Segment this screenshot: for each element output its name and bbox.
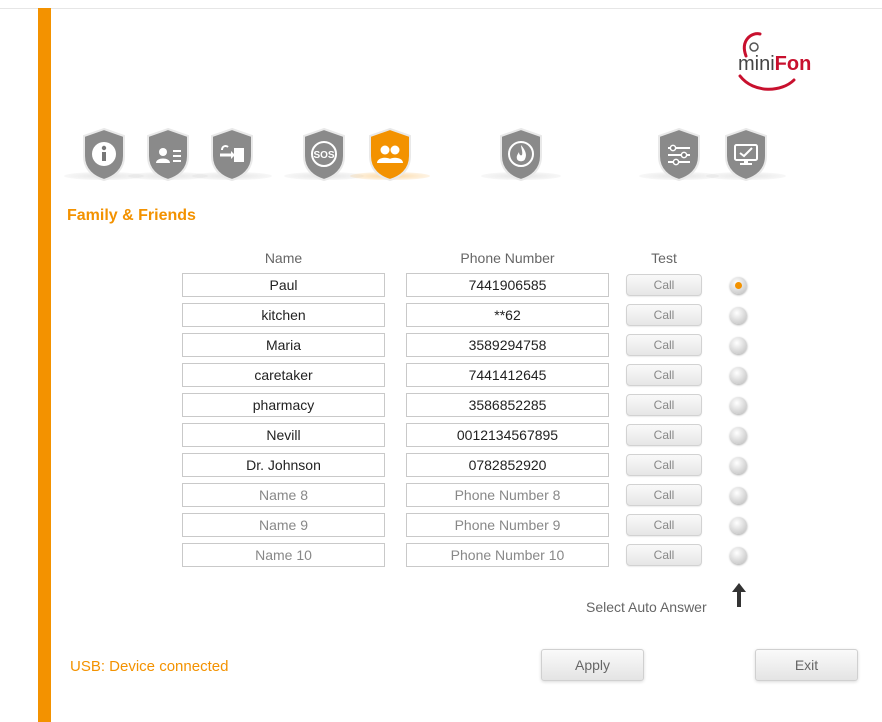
exit-button[interactable]: Exit [755, 649, 858, 681]
auto-answer-radio[interactable] [730, 367, 747, 384]
call-test-button[interactable]: Call [626, 364, 702, 386]
nav-blank-slot [560, 126, 604, 174]
contact-name-input[interactable] [182, 273, 385, 297]
contact-phone-input[interactable] [406, 513, 609, 537]
call-test-button[interactable]: Call [626, 394, 702, 416]
contact-phone-input[interactable] [406, 453, 609, 477]
call-test-button[interactable]: Call [626, 304, 702, 326]
sos-icon: SOS [303, 127, 345, 182]
contact-name-input[interactable] [182, 453, 385, 477]
nav-family-friends-button[interactable] [366, 126, 414, 182]
apply-button[interactable]: Apply [541, 649, 644, 681]
contact-phone-input[interactable] [406, 303, 609, 327]
contact-name-input[interactable] [182, 333, 385, 357]
fire-alarm-icon [500, 127, 542, 182]
call-test-button[interactable]: Call [626, 454, 702, 476]
auto-answer-radio[interactable] [730, 307, 747, 324]
nav-sos-button[interactable]: SOS [300, 126, 348, 182]
nav-fire-alarm-button[interactable] [497, 126, 545, 182]
auto-answer-radio[interactable] [730, 427, 747, 444]
auto-answer-radio[interactable] [730, 547, 747, 564]
usb-status: USB: Device connected [70, 658, 229, 675]
call-test-button[interactable]: Call [626, 514, 702, 536]
call-test-button[interactable]: Call [626, 424, 702, 446]
contact-name-input[interactable] [182, 483, 385, 507]
contact-name-input[interactable] [182, 393, 385, 417]
nav-blank-slot [432, 126, 476, 174]
logo-mini-text: mini [738, 53, 775, 75]
auto-answer-label: Select Auto Answer [586, 599, 707, 615]
contact-phone-input[interactable] [406, 273, 609, 297]
contact-name-input[interactable] [182, 303, 385, 327]
family-friends-icon [369, 127, 411, 182]
info-icon [83, 127, 125, 182]
auto-answer-radio[interactable] [730, 517, 747, 534]
phone-column-header: Phone Number [460, 250, 555, 266]
auto-answer-radio[interactable] [730, 457, 747, 474]
contact-phone-input[interactable] [406, 423, 609, 447]
contact-name-input[interactable] [182, 363, 385, 387]
top-divider [0, 8, 882, 9]
nav-phone-transfer-button[interactable] [208, 126, 256, 182]
contact-name-input[interactable] [182, 543, 385, 567]
nav-settings-sliders-button[interactable] [655, 126, 703, 182]
svg-text:SOS: SOS [313, 150, 334, 161]
section-title: Family & Friends [67, 207, 196, 224]
nav-info-button[interactable] [80, 126, 128, 182]
monitor-check-icon [725, 127, 767, 182]
contact-phone-input[interactable] [406, 393, 609, 417]
nav-monitor-check-button[interactable] [722, 126, 770, 182]
logo-fon-text: Fon [774, 53, 812, 75]
nav-contact-card-button[interactable] [144, 126, 192, 182]
minifon-logo: miniFon [730, 30, 840, 94]
contact-card-icon [147, 127, 189, 182]
call-test-button[interactable]: Call [626, 544, 702, 566]
contact-name-input[interactable] [182, 423, 385, 447]
contact-phone-input[interactable] [406, 543, 609, 567]
auto-answer-radio[interactable] [730, 337, 747, 354]
up-arrow-icon [732, 583, 746, 607]
settings-sliders-icon [658, 127, 700, 182]
auto-answer-radio[interactable] [730, 487, 747, 504]
contact-phone-input[interactable] [406, 333, 609, 357]
call-test-button[interactable]: Call [626, 274, 702, 296]
contact-phone-input[interactable] [406, 363, 609, 387]
call-test-button[interactable]: Call [626, 484, 702, 506]
phone-transfer-icon [211, 127, 253, 182]
test-column-header: Test [651, 250, 677, 266]
contact-name-input[interactable] [182, 513, 385, 537]
accent-sidebar [38, 8, 51, 722]
auto-answer-radio[interactable] [730, 277, 747, 294]
name-column-header: Name [264, 250, 303, 266]
auto-answer-radio[interactable] [730, 397, 747, 414]
call-test-button[interactable]: Call [626, 334, 702, 356]
logo-text: miniFon [738, 53, 811, 76]
contact-phone-input[interactable] [406, 483, 609, 507]
